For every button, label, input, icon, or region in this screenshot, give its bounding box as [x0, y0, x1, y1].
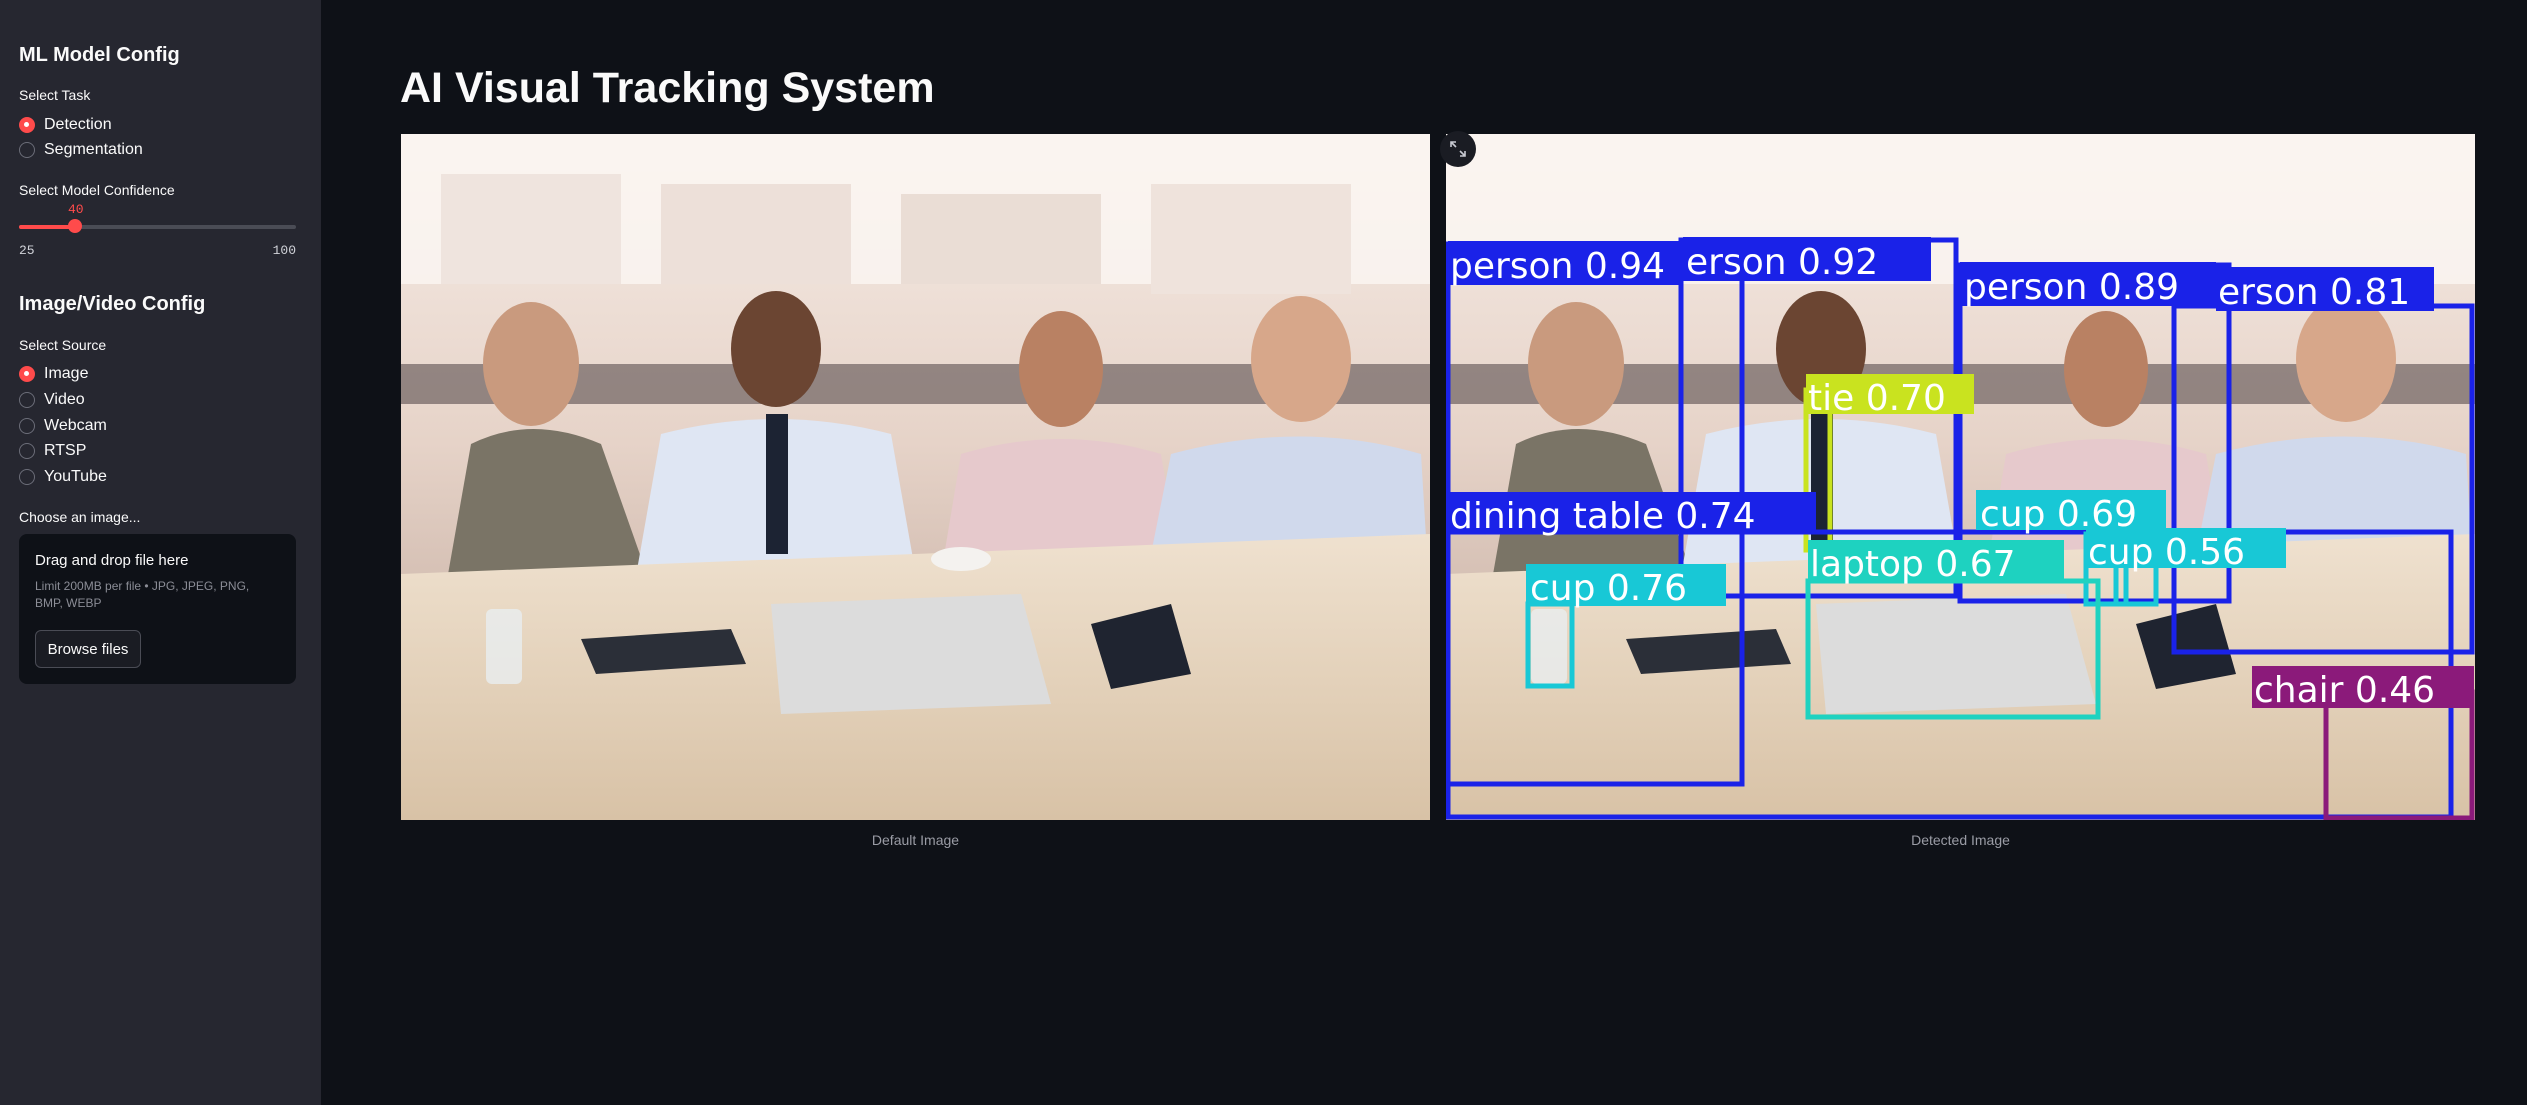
dropzone-hint: Limit 200MB per file • JPG, JPEG, PNG, B…: [35, 579, 250, 610]
detection-label: chair 0.46: [2254, 670, 2435, 711]
task-label: Select Task: [19, 87, 91, 103]
detection-label: erson 0.92: [1686, 242, 1878, 283]
browse-files-button[interactable]: Browse files: [35, 630, 141, 668]
model-config-heading: ML Model Config: [19, 44, 180, 66]
detection-label: dining table 0.74: [1450, 496, 1756, 537]
image-video-config-heading: Image/Video Config: [19, 293, 206, 315]
detection-label: tie 0.70: [1808, 378, 1946, 419]
radio-selected-icon: [19, 366, 35, 382]
detection-label: laptop 0.67: [1810, 544, 2016, 585]
radio-selected-icon: [19, 117, 35, 133]
radio-unselected-icon: [19, 418, 35, 434]
slider-min: 25: [19, 243, 35, 258]
page-title: AI Visual Tracking System: [400, 64, 935, 112]
expand-icon: [1450, 141, 1466, 157]
radio-unselected-icon: [19, 443, 35, 459]
detection-label: person 0.89: [1964, 267, 2179, 308]
radio-source-image[interactable]: Image: [19, 363, 88, 385]
radio-label: Video: [44, 391, 85, 408]
uploader-label: Choose an image...: [19, 509, 141, 525]
fullscreen-button[interactable]: [1440, 131, 1476, 167]
detection-label: person 0.94: [1450, 246, 1665, 287]
detected-image-caption: Detected Image: [1911, 832, 2010, 848]
slider-value: 40: [68, 202, 84, 217]
default-image: [401, 134, 1430, 820]
radio-unselected-icon: [19, 392, 35, 408]
radio-source-rtsp[interactable]: RTSP: [19, 440, 86, 462]
radio-source-video[interactable]: Video: [19, 389, 85, 411]
radio-label: Segmentation: [44, 141, 143, 158]
slider-max: 100: [272, 243, 296, 258]
radio-label: Image: [44, 365, 89, 382]
radio-unselected-icon: [19, 142, 35, 158]
file-dropzone[interactable]: Drag and drop file here Limit 200MB per …: [19, 534, 296, 684]
radio-label: Detection: [44, 116, 112, 133]
detected-scene-image: person 0.94 erson 0.92 person 0.89 erson…: [1446, 134, 2475, 820]
detection-label: erson 0.81: [2218, 272, 2410, 313]
sidebar: ML Model Config Select Task Detection Se…: [0, 0, 321, 1105]
confidence-slider[interactable]: [19, 219, 296, 233]
detection-label: cup 0.76: [1530, 568, 1687, 609]
slider-thumb[interactable]: [68, 219, 82, 233]
dropzone-title: Drag and drop file here: [35, 552, 189, 569]
slider-fill: [19, 225, 75, 229]
meeting-scene-image: [401, 134, 1430, 820]
radio-task-detection[interactable]: Detection: [19, 114, 112, 136]
source-label: Select Source: [19, 337, 107, 353]
confidence-label: Select Model Confidence: [19, 182, 175, 198]
radio-source-webcam[interactable]: Webcam: [19, 415, 107, 437]
radio-source-youtube[interactable]: YouTube: [19, 466, 107, 488]
radio-task-segmentation[interactable]: Segmentation: [19, 139, 143, 161]
detection-label: cup 0.56: [2088, 532, 2245, 573]
radio-label: YouTube: [44, 468, 107, 485]
radio-label: RTSP: [44, 442, 87, 459]
radio-unselected-icon: [19, 469, 35, 485]
default-image-caption: Default Image: [871, 832, 960, 848]
detected-image: person 0.94 erson 0.92 person 0.89 erson…: [1446, 134, 2475, 820]
radio-label: Webcam: [44, 417, 107, 434]
